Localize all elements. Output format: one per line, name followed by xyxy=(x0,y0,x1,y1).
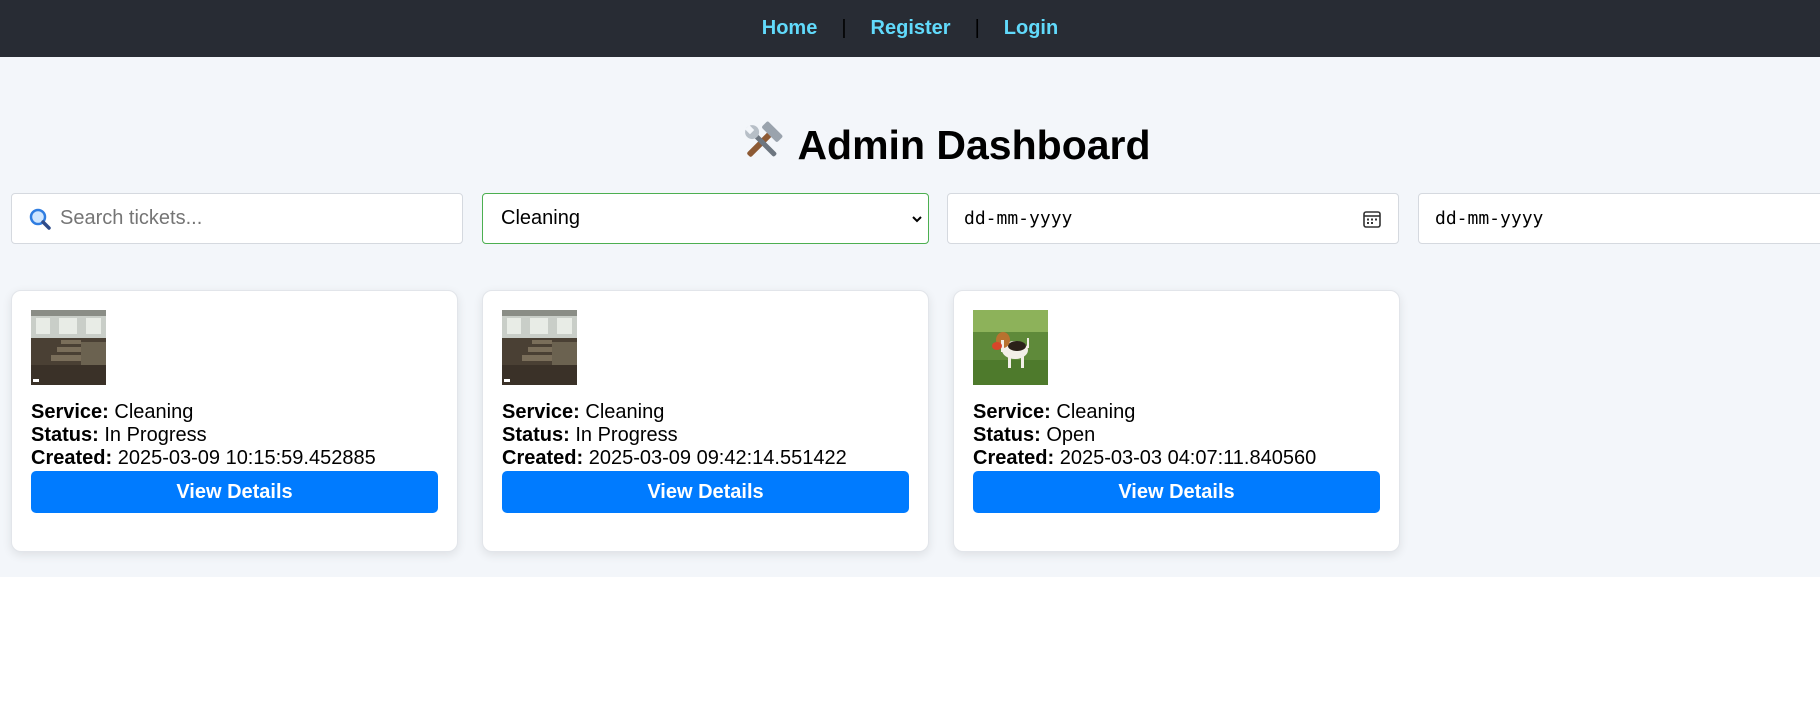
ticket-info: Service: Cleaning Status: Open Created: … xyxy=(973,401,1316,470)
hammer-wrench-icon xyxy=(745,121,783,157)
ticket-service: Cleaning xyxy=(114,401,194,423)
ticket-status-row: Status: In Progress xyxy=(502,424,847,447)
ticket-status: In Progress xyxy=(104,424,207,446)
top-navbar: Home | Register | Login xyxy=(0,0,1820,57)
ticket-service-row: Service: Cleaning xyxy=(973,401,1316,424)
service-label: Service: xyxy=(502,401,580,423)
nav-separator: | xyxy=(974,17,980,39)
view-details-button[interactable]: View Details xyxy=(31,471,438,513)
calendar-icon[interactable] xyxy=(1362,209,1382,229)
ticket-created-row: Created: 2025-03-09 09:42:14.551422 xyxy=(502,447,847,470)
date-to-placeholder: dd-mm-yyyy xyxy=(1435,208,1544,229)
ticket-card: Service: Cleaning Status: In Progress Cr… xyxy=(482,290,929,552)
service-select-value: Cleaning xyxy=(501,207,580,229)
status-label: Status: xyxy=(502,424,570,446)
ticket-created-row: Created: 2025-03-03 04:07:11.840560 xyxy=(973,447,1316,470)
created-label: Created: xyxy=(31,447,113,469)
status-label: Status: xyxy=(973,424,1041,446)
ticket-status-row: Status: Open xyxy=(973,424,1316,447)
search-box[interactable] xyxy=(11,193,463,244)
ticket-service: Cleaning xyxy=(1056,401,1136,423)
date-from-input[interactable]: dd-mm-yyyy xyxy=(947,193,1399,244)
ticket-status: In Progress xyxy=(575,424,678,446)
created-label: Created: xyxy=(502,447,584,469)
nav-register-link[interactable]: Register xyxy=(871,17,951,40)
service-label: Service: xyxy=(973,401,1051,423)
ticket-created: 2025-03-09 10:15:59.452885 xyxy=(117,447,376,469)
ticket-service: Cleaning xyxy=(585,401,665,423)
nav-login-link[interactable]: Login xyxy=(1004,17,1058,40)
ticket-info: Service: Cleaning Status: In Progress Cr… xyxy=(31,401,376,470)
ticket-card: Service: Cleaning Status: Open Created: … xyxy=(953,290,1400,552)
beagle-dog-photo xyxy=(973,310,1048,385)
ticket-status-row: Status: In Progress xyxy=(31,424,376,447)
created-label: Created: xyxy=(973,447,1055,469)
date-from-placeholder: dd-mm-yyyy xyxy=(964,208,1073,229)
service-label: Service: xyxy=(31,401,109,423)
magnifier-icon xyxy=(29,208,51,230)
ticket-created: 2025-03-09 09:42:14.551422 xyxy=(588,447,847,469)
page-title-text: Admin Dashboard xyxy=(797,122,1151,168)
classroom-photo xyxy=(31,310,106,385)
service-filter-select[interactable]: Cleaning xyxy=(482,193,929,244)
date-to-input[interactable]: dd-mm-yyyy xyxy=(1418,193,1820,244)
ticket-info: Service: Cleaning Status: In Progress Cr… xyxy=(502,401,847,470)
ticket-created-row: Created: 2025-03-09 10:15:59.452885 xyxy=(31,447,376,470)
ticket-card: Service: Cleaning Status: In Progress Cr… xyxy=(11,290,458,552)
chevron-down-icon xyxy=(912,215,922,222)
page-title: Admin Dashboard xyxy=(0,119,1820,170)
search-input[interactable] xyxy=(58,206,452,231)
ticket-service-row: Service: Cleaning xyxy=(31,401,376,424)
status-label: Status: xyxy=(31,424,99,446)
classroom-photo xyxy=(502,310,577,385)
ticket-service-row: Service: Cleaning xyxy=(502,401,847,424)
view-details-button[interactable]: View Details xyxy=(973,471,1380,513)
ticket-created: 2025-03-03 04:07:11.840560 xyxy=(1059,447,1317,469)
nav-home-link[interactable]: Home xyxy=(762,17,818,40)
nav-separator: | xyxy=(841,17,847,39)
ticket-status: Open xyxy=(1046,424,1096,446)
dashboard-main: Admin Dashboard Cleaning dd-mm-yyyy dd-m… xyxy=(0,57,1820,577)
view-details-button[interactable]: View Details xyxy=(502,471,909,513)
